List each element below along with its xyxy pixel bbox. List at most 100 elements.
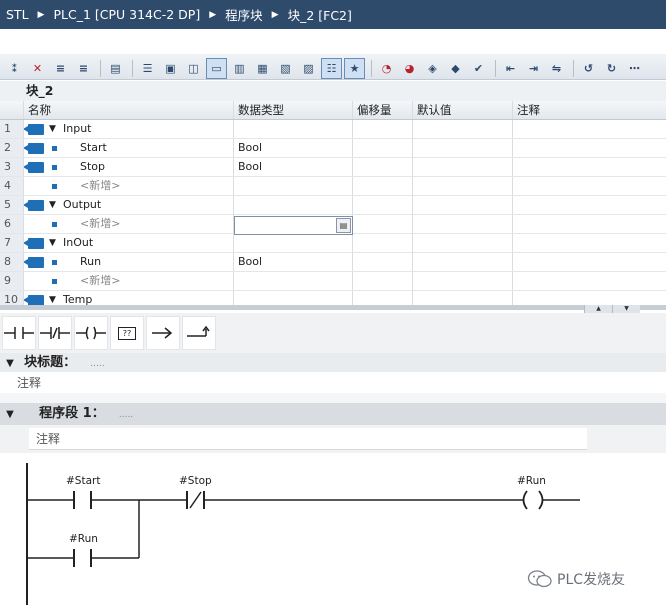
table-row[interactable]: 7 ▼ InOut [0, 234, 666, 253]
row-comment[interactable] [513, 120, 666, 138]
row-default[interactable] [413, 291, 513, 305]
open-all-networks-icon[interactable]: ◔ [376, 58, 397, 79]
row-default[interactable] [413, 215, 513, 233]
row-default[interactable] [413, 177, 513, 195]
move-up-icon[interactable]: ≡ [50, 58, 71, 79]
insert-row-icon[interactable]: ⁑ [4, 58, 25, 79]
run-coil[interactable] [522, 490, 544, 510]
row-name-cell[interactable]: <新增> [24, 272, 234, 290]
table-splitter[interactable] [0, 305, 666, 310]
row-name-cell[interactable]: ▼ Output [24, 196, 234, 214]
row-name-cell[interactable]: <新增> [24, 215, 234, 233]
network-title-value[interactable]: ..... [119, 410, 133, 420]
row-name-cell[interactable]: ▼ Input [24, 120, 234, 138]
row-data-type[interactable]: Bool [234, 253, 353, 271]
breadcrumb-item-block[interactable]: 块_2 [FC2] [288, 5, 352, 24]
row-offset[interactable] [353, 215, 413, 233]
row-name-cell[interactable]: <新增> [24, 177, 234, 195]
row-name-cell[interactable]: Run [24, 253, 234, 271]
row-data-type[interactable]: Bool [234, 158, 353, 176]
row-data-type[interactable] [234, 234, 353, 252]
open-branch-icon[interactable] [146, 316, 180, 350]
nc-contact-icon[interactable] [38, 316, 72, 350]
row-comment[interactable] [513, 158, 666, 176]
close-branch-icon[interactable] [182, 316, 216, 350]
row-comment[interactable] [513, 291, 666, 305]
window-icon[interactable]: ▣ [160, 58, 181, 79]
expand-triangle-icon[interactable]: ▼ [49, 291, 63, 305]
row-default[interactable] [413, 272, 513, 290]
row-data-type[interactable] [234, 177, 353, 195]
row-comment[interactable] [513, 272, 666, 290]
no-contact-icon[interactable] [2, 316, 36, 350]
network-nav-icon[interactable]: ◈ [422, 58, 443, 79]
row-name-cell[interactable]: Start [24, 139, 234, 157]
scroll-down-icon[interactable]: ▼ [612, 305, 640, 313]
row-default[interactable] [413, 158, 513, 176]
collapse-triangle-icon[interactable]: ▼ [0, 404, 20, 426]
row-name[interactable]: Stop [80, 158, 105, 176]
table-row[interactable]: 3 Stop Bool [0, 158, 666, 177]
start-contact[interactable] [73, 491, 92, 509]
previous-error-icon[interactable]: ⇤ [500, 58, 521, 79]
expand-triangle-icon[interactable]: ▼ [49, 120, 63, 138]
network-comment-icon[interactable]: ▥ [229, 58, 250, 79]
split-view-icon[interactable]: ◫ [183, 58, 204, 79]
list-icon[interactable]: ☷ [321, 57, 342, 79]
row-name[interactable]: InOut [63, 234, 93, 252]
row-data-type[interactable] [234, 120, 353, 138]
row-offset[interactable] [353, 196, 413, 214]
run-self-hold-contact[interactable] [73, 549, 92, 567]
row-name[interactable]: Output [63, 196, 101, 214]
row-name[interactable]: <新增> [80, 215, 120, 233]
table-row[interactable]: 10 ▼ Temp [0, 291, 666, 305]
breadcrumb-item-program-blocks[interactable]: 程序块 [225, 5, 263, 24]
row-data-type[interactable] [234, 291, 353, 305]
move-down-icon[interactable]: ≡ [73, 58, 94, 79]
stop-contact[interactable] [186, 491, 205, 509]
row-default[interactable] [413, 139, 513, 157]
row-default[interactable] [413, 234, 513, 252]
row-comment[interactable] [513, 177, 666, 195]
undo-icon[interactable]: ↺ [578, 58, 599, 79]
row-comment[interactable] [513, 253, 666, 271]
operand-display-icon[interactable]: ▨ [298, 58, 319, 79]
row-name-cell[interactable]: ▼ Temp [24, 291, 234, 305]
go-to-icon[interactable]: ◆ [445, 58, 466, 79]
table-row[interactable]: 8 Run Bool [0, 253, 666, 272]
breadcrumb-item-stl[interactable]: STL [6, 7, 29, 22]
row-default[interactable] [413, 253, 513, 271]
row-name[interactable]: Start [80, 139, 107, 157]
absolute-operand-icon[interactable]: ▦ [252, 58, 273, 79]
row-data-type[interactable] [234, 272, 353, 290]
monitor-icon[interactable]: ⇋ [546, 58, 567, 79]
header-name[interactable]: 名称 [24, 101, 234, 119]
expand-triangle-icon[interactable]: ▼ [49, 196, 63, 214]
header-data-type[interactable]: 数据类型 [234, 101, 353, 119]
expand-triangle-icon[interactable]: ▼ [49, 234, 63, 252]
scroll-up-icon[interactable]: ▲ [584, 305, 612, 313]
row-offset[interactable] [353, 234, 413, 252]
network-comment[interactable]: 注释 [29, 428, 587, 450]
row-default[interactable] [413, 196, 513, 214]
row-data-type[interactable] [234, 196, 353, 214]
row-offset[interactable] [353, 291, 413, 305]
row-name-cell[interactable]: ▼ InOut [24, 234, 234, 252]
row-offset[interactable] [353, 120, 413, 138]
row-offset[interactable] [353, 253, 413, 271]
row-comment[interactable] [513, 234, 666, 252]
checkmark-icon[interactable]: ✔ [468, 58, 489, 79]
block-comment[interactable]: 注释 [0, 373, 666, 393]
list-view-icon[interactable]: ☰ [137, 58, 158, 79]
header-default[interactable]: 默认值 [413, 101, 513, 119]
row-offset[interactable] [353, 158, 413, 176]
more-icon[interactable]: ⋯ [624, 58, 645, 79]
table-row[interactable]: 9 <新增> [0, 272, 666, 291]
favorites-icon[interactable]: ★ [344, 57, 365, 79]
header-comment[interactable]: 注释 [513, 101, 666, 119]
row-data-type[interactable]: Bool [234, 139, 353, 157]
table-row[interactable]: 4 <新增> [0, 177, 666, 196]
data-type-picker-icon[interactable]: ▤ [336, 218, 351, 233]
row-name[interactable]: <新增> [80, 177, 120, 195]
row-name-cell[interactable]: Stop [24, 158, 234, 176]
